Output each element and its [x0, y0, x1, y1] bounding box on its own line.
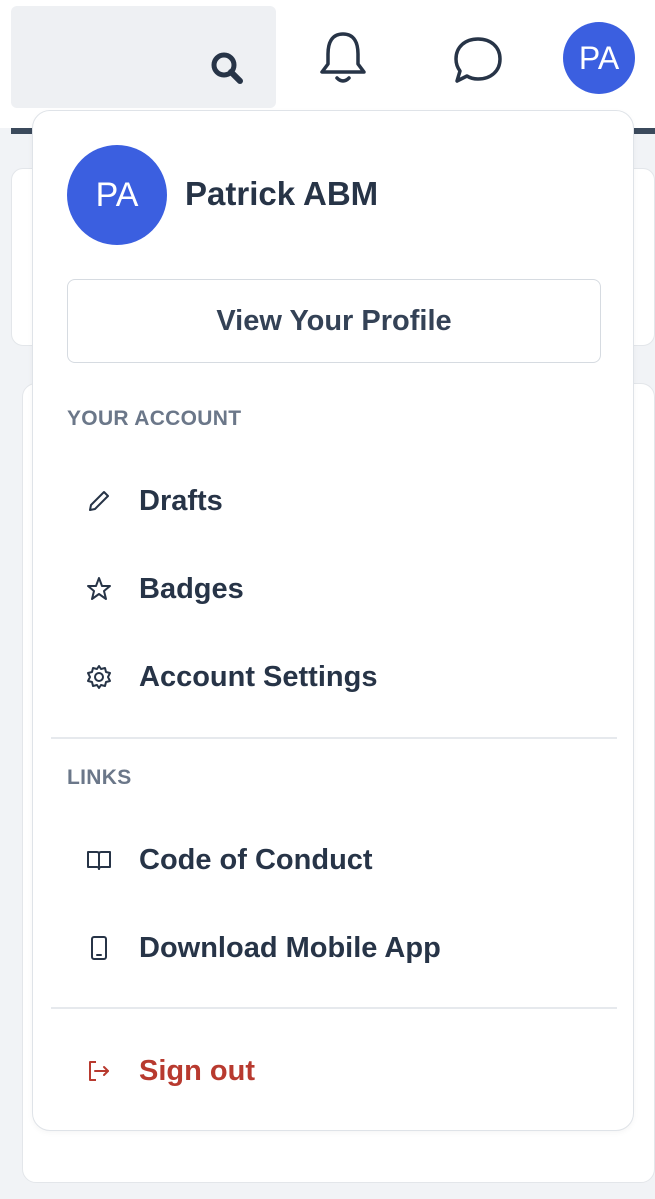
menu-divider [51, 1007, 617, 1009]
menu-divider [51, 737, 617, 739]
links-heading: LINKS [67, 766, 132, 789]
book-icon [79, 840, 119, 880]
search-bar[interactable] [11, 6, 276, 108]
chat-bubble-icon[interactable] [448, 30, 508, 90]
sign-out-icon [79, 1051, 119, 1091]
menu-item-download-mobile-app[interactable]: Download Mobile App [67, 916, 601, 980]
phone-icon [79, 928, 119, 968]
bell-icon[interactable] [313, 28, 373, 88]
sign-out-button[interactable]: Sign out [67, 1039, 601, 1103]
pencil-icon [79, 481, 119, 521]
view-profile-button[interactable]: View Your Profile [67, 279, 601, 363]
menu-item-account-settings[interactable]: Account Settings [67, 645, 601, 709]
menu-item-drafts[interactable]: Drafts [67, 469, 601, 533]
menu-item-badges[interactable]: Badges [67, 557, 601, 621]
profile-avatar: PA [67, 145, 167, 245]
your-account-heading: YOUR ACCOUNT [67, 407, 242, 430]
user-avatar[interactable]: PA [563, 22, 635, 94]
profile-dropdown-menu: PA Patrick ABM View Your Profile YOUR AC… [32, 110, 634, 1131]
menu-item-label: Download Mobile App [139, 931, 441, 964]
menu-item-label: Code of Conduct [139, 843, 373, 876]
menu-item-label: Account Settings [139, 660, 378, 693]
sign-out-label: Sign out [139, 1054, 255, 1087]
search-icon[interactable] [203, 44, 251, 92]
top-header: PA [0, 0, 655, 128]
gear-icon [79, 657, 119, 697]
profile-name: Patrick ABM [185, 175, 379, 212]
menu-item-label: Drafts [139, 484, 223, 517]
menu-item-label: Badges [139, 572, 244, 605]
star-icon [79, 569, 119, 609]
menu-item-code-of-conduct[interactable]: Code of Conduct [67, 828, 601, 892]
